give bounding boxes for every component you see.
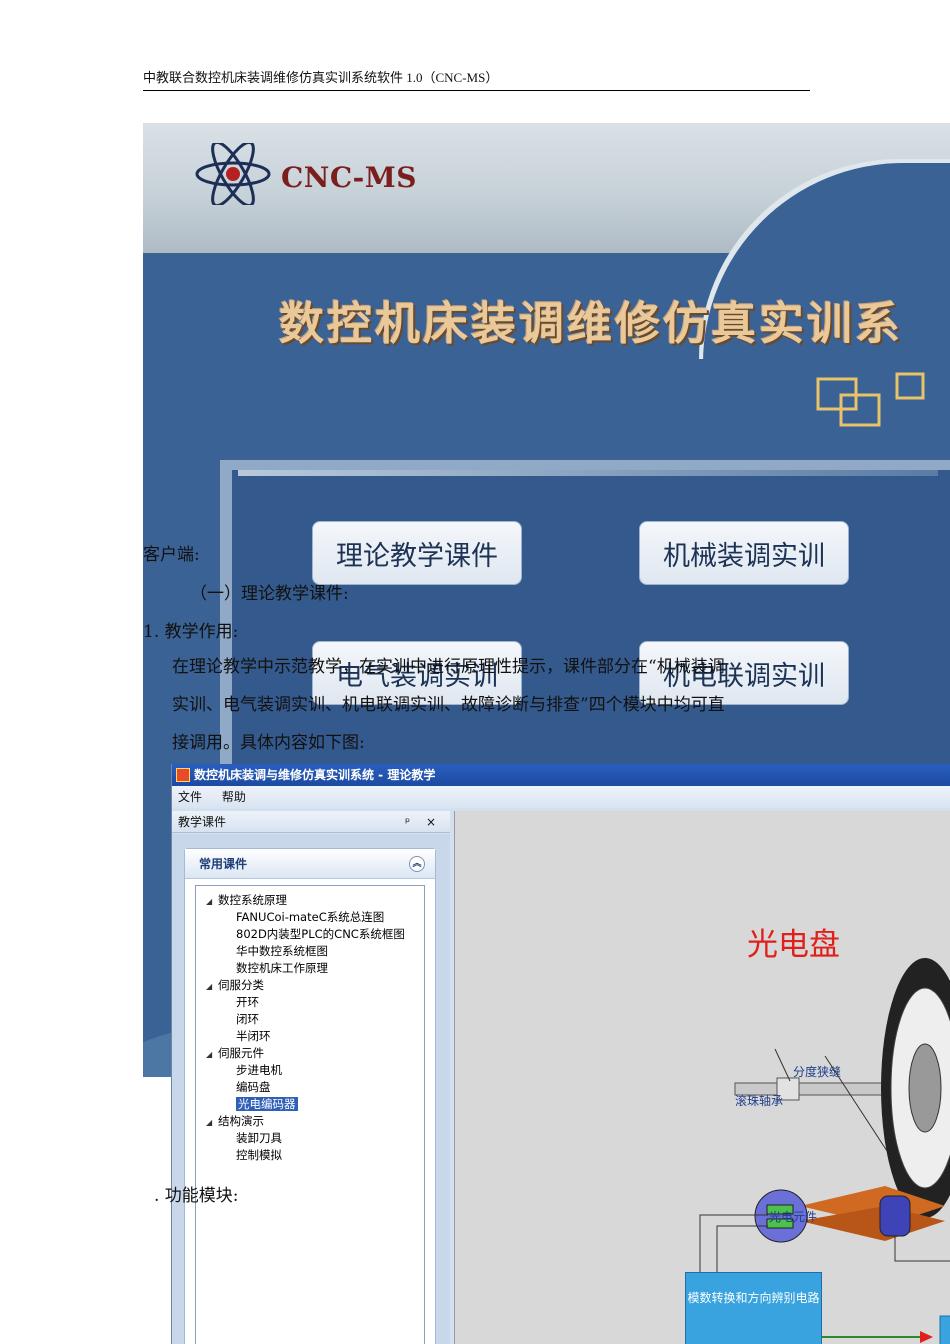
tree-leaf[interactable]: 开环 bbox=[236, 994, 259, 1011]
expand-arrow-icon[interactable]: ◢ bbox=[206, 893, 218, 910]
app-titlebar: 数控机床装调与维修仿真实训系统 - 理论教学 bbox=[172, 764, 950, 786]
expand-arrow-icon[interactable]: ◢ bbox=[206, 1114, 218, 1131]
section-heading: （一）理论教学课件: bbox=[190, 584, 349, 604]
tree-leaf[interactable]: 数控机床工作原理 bbox=[236, 960, 328, 977]
document-header: 中教联合数控机床装调维修仿真实训系统软件 1.0（CNC-MS） bbox=[143, 69, 810, 91]
dock-controls[interactable]: ᵖ × bbox=[405, 811, 442, 833]
diagram-title: 光电盘 bbox=[747, 927, 840, 963]
tree-node-label: 半闭环 bbox=[236, 1029, 271, 1043]
group-header[interactable]: 常用课件 ︽ bbox=[185, 849, 435, 879]
atom-logo-icon bbox=[195, 143, 271, 205]
squares-decoration-icon bbox=[816, 372, 925, 427]
tree-leaf[interactable]: 步进电机 bbox=[236, 1062, 282, 1079]
tree-folder[interactable]: ◢ 结构演示 bbox=[206, 1113, 264, 1130]
app-icon bbox=[176, 768, 190, 782]
tree-node-label: 结构演示 bbox=[218, 1114, 264, 1128]
tree-folder[interactable]: ◢ 数控系统原理 bbox=[206, 892, 287, 909]
tree-leaf[interactable]: 装卸刀具 bbox=[236, 1130, 282, 1147]
menu-help[interactable]: 帮助 bbox=[222, 790, 246, 804]
item-function-modules: . 功能模块: bbox=[154, 1186, 239, 1206]
encoder-diagram bbox=[692, 958, 950, 1344]
tree-node-label: 802D内装型PLC的CNC系统框图 bbox=[236, 927, 405, 941]
courseware-pane: 常用课件 ︽ ◢ 数控系统原理 FANUCoi-mateC系统总连图 802D内装型P… bbox=[172, 834, 450, 1344]
group-title: 常用课件 bbox=[199, 857, 248, 871]
tree-folder[interactable]: ◢ 伺服元件 bbox=[206, 1045, 264, 1062]
courseware-group: 常用课件 ︽ ◢ 数控系统原理 FANUCoi-mateC系统总连图 802D内装型P… bbox=[184, 848, 436, 1344]
label-indexing-slit: 分度狭缝 bbox=[793, 1065, 842, 1079]
tree-leaf[interactable]: FANUCoi-mateC系统总连图 bbox=[236, 909, 384, 926]
expand-arrow-icon[interactable]: ◢ bbox=[206, 978, 218, 995]
label-photo-element: 光电元件 bbox=[769, 1210, 818, 1224]
mechanical-training-button[interactable]: 机械装调实训 bbox=[639, 521, 849, 585]
tree-node-label: 编码盘 bbox=[236, 1080, 271, 1094]
splash-panel-bar bbox=[238, 470, 938, 476]
tree-node-label: 步进电机 bbox=[236, 1063, 282, 1077]
tree-leaf[interactable]: 控制模拟 bbox=[236, 1147, 282, 1164]
tree-node-label: 光电编码器 bbox=[236, 1097, 298, 1111]
leader-bearing bbox=[774, 1048, 791, 1082]
tree-node-label: 伺服分类 bbox=[218, 978, 264, 992]
paragraph-line-1: 在理论教学中示范教学，在实训中进行原理性提示，课件部分在“机械装调 bbox=[172, 657, 725, 677]
ad-conversion-box: 模数转换和方向辨别电路 bbox=[685, 1272, 822, 1344]
tree-node-label: 闭环 bbox=[236, 1012, 259, 1026]
client-label: 客户端: bbox=[143, 545, 200, 565]
tree-node-label: 数控系统原理 bbox=[218, 893, 287, 907]
expand-arrow-icon[interactable]: ◢ bbox=[206, 1046, 218, 1063]
theory-courseware-button[interactable]: 理论教学课件 bbox=[312, 521, 522, 585]
menu-bar: 文件 帮助 bbox=[172, 786, 950, 808]
tree-leaf[interactable]: 闭环 bbox=[236, 1011, 259, 1028]
dock-title: 教学课件 bbox=[178, 815, 227, 829]
splash-logo-text: CNC-MS bbox=[281, 161, 417, 194]
tree-leaf[interactable]: 半闭环 bbox=[236, 1028, 271, 1045]
photo-disk-hub-shape bbox=[908, 1043, 942, 1133]
output-block-shape bbox=[939, 1315, 950, 1344]
sensor-block-shape bbox=[879, 1195, 911, 1237]
dock-header: 教学课件 ᵖ × bbox=[172, 811, 450, 833]
menu-file[interactable]: 文件 bbox=[178, 790, 202, 804]
item-teaching-role: 1. 教学作用: bbox=[143, 622, 239, 642]
tree-leaf[interactable]: 华中数控系统框图 bbox=[236, 943, 328, 960]
tree-node-label: 开环 bbox=[236, 995, 259, 1009]
splash-main-title: 数控机床装调维修仿真实训系 bbox=[279, 297, 904, 350]
collapse-icon[interactable]: ︽ bbox=[409, 856, 425, 872]
tree-node-label: 伺服元件 bbox=[218, 1046, 264, 1060]
tree-node-label: 华中数控系统框图 bbox=[236, 944, 328, 958]
tree-leaf[interactable]: 光电编码器 bbox=[236, 1096, 298, 1113]
tree-node-label: 装卸刀具 bbox=[236, 1131, 282, 1145]
tree-node-label: FANUCoi-mateC系统总连图 bbox=[236, 910, 385, 924]
diagram-pane: 光电盘 分度狭缝 滚珠轴承 光电元件 模数转换和方向辨别电路 bbox=[454, 811, 950, 1344]
output-arrow-shape bbox=[920, 1331, 933, 1343]
paragraph-line-2: 实训、电气装调实训、机电联调实训、故障诊断与排查”四个模块中均可直 bbox=[172, 695, 725, 715]
tree-leaf[interactable]: 编码盘 bbox=[236, 1079, 271, 1096]
label-ball-bearing: 滚珠轴承 bbox=[735, 1094, 784, 1108]
app-title: 数控机床装调与维修仿真实训系统 - 理论教学 bbox=[194, 768, 436, 782]
tree-leaf[interactable]: 802D内装型PLC的CNC系统框图 bbox=[236, 926, 405, 943]
tree-node-label: 数控机床工作原理 bbox=[236, 961, 328, 975]
wire-3 bbox=[894, 1236, 950, 1262]
tree-folder[interactable]: ◢ 伺服分类 bbox=[206, 977, 264, 994]
tree-node-label: 控制模拟 bbox=[236, 1148, 282, 1162]
app-screenshot: 数控机床装调与维修仿真实训系统 - 理论教学 文件 帮助 教学课件 ᵖ × 常用… bbox=[171, 764, 950, 1344]
courseware-tree: ◢ 数控系统原理 FANUCoi-mateC系统总连图 802D内装型PLC的CNC系… bbox=[195, 885, 425, 1344]
paragraph-line-3: 接调用。具体内容如下图: bbox=[172, 733, 365, 753]
